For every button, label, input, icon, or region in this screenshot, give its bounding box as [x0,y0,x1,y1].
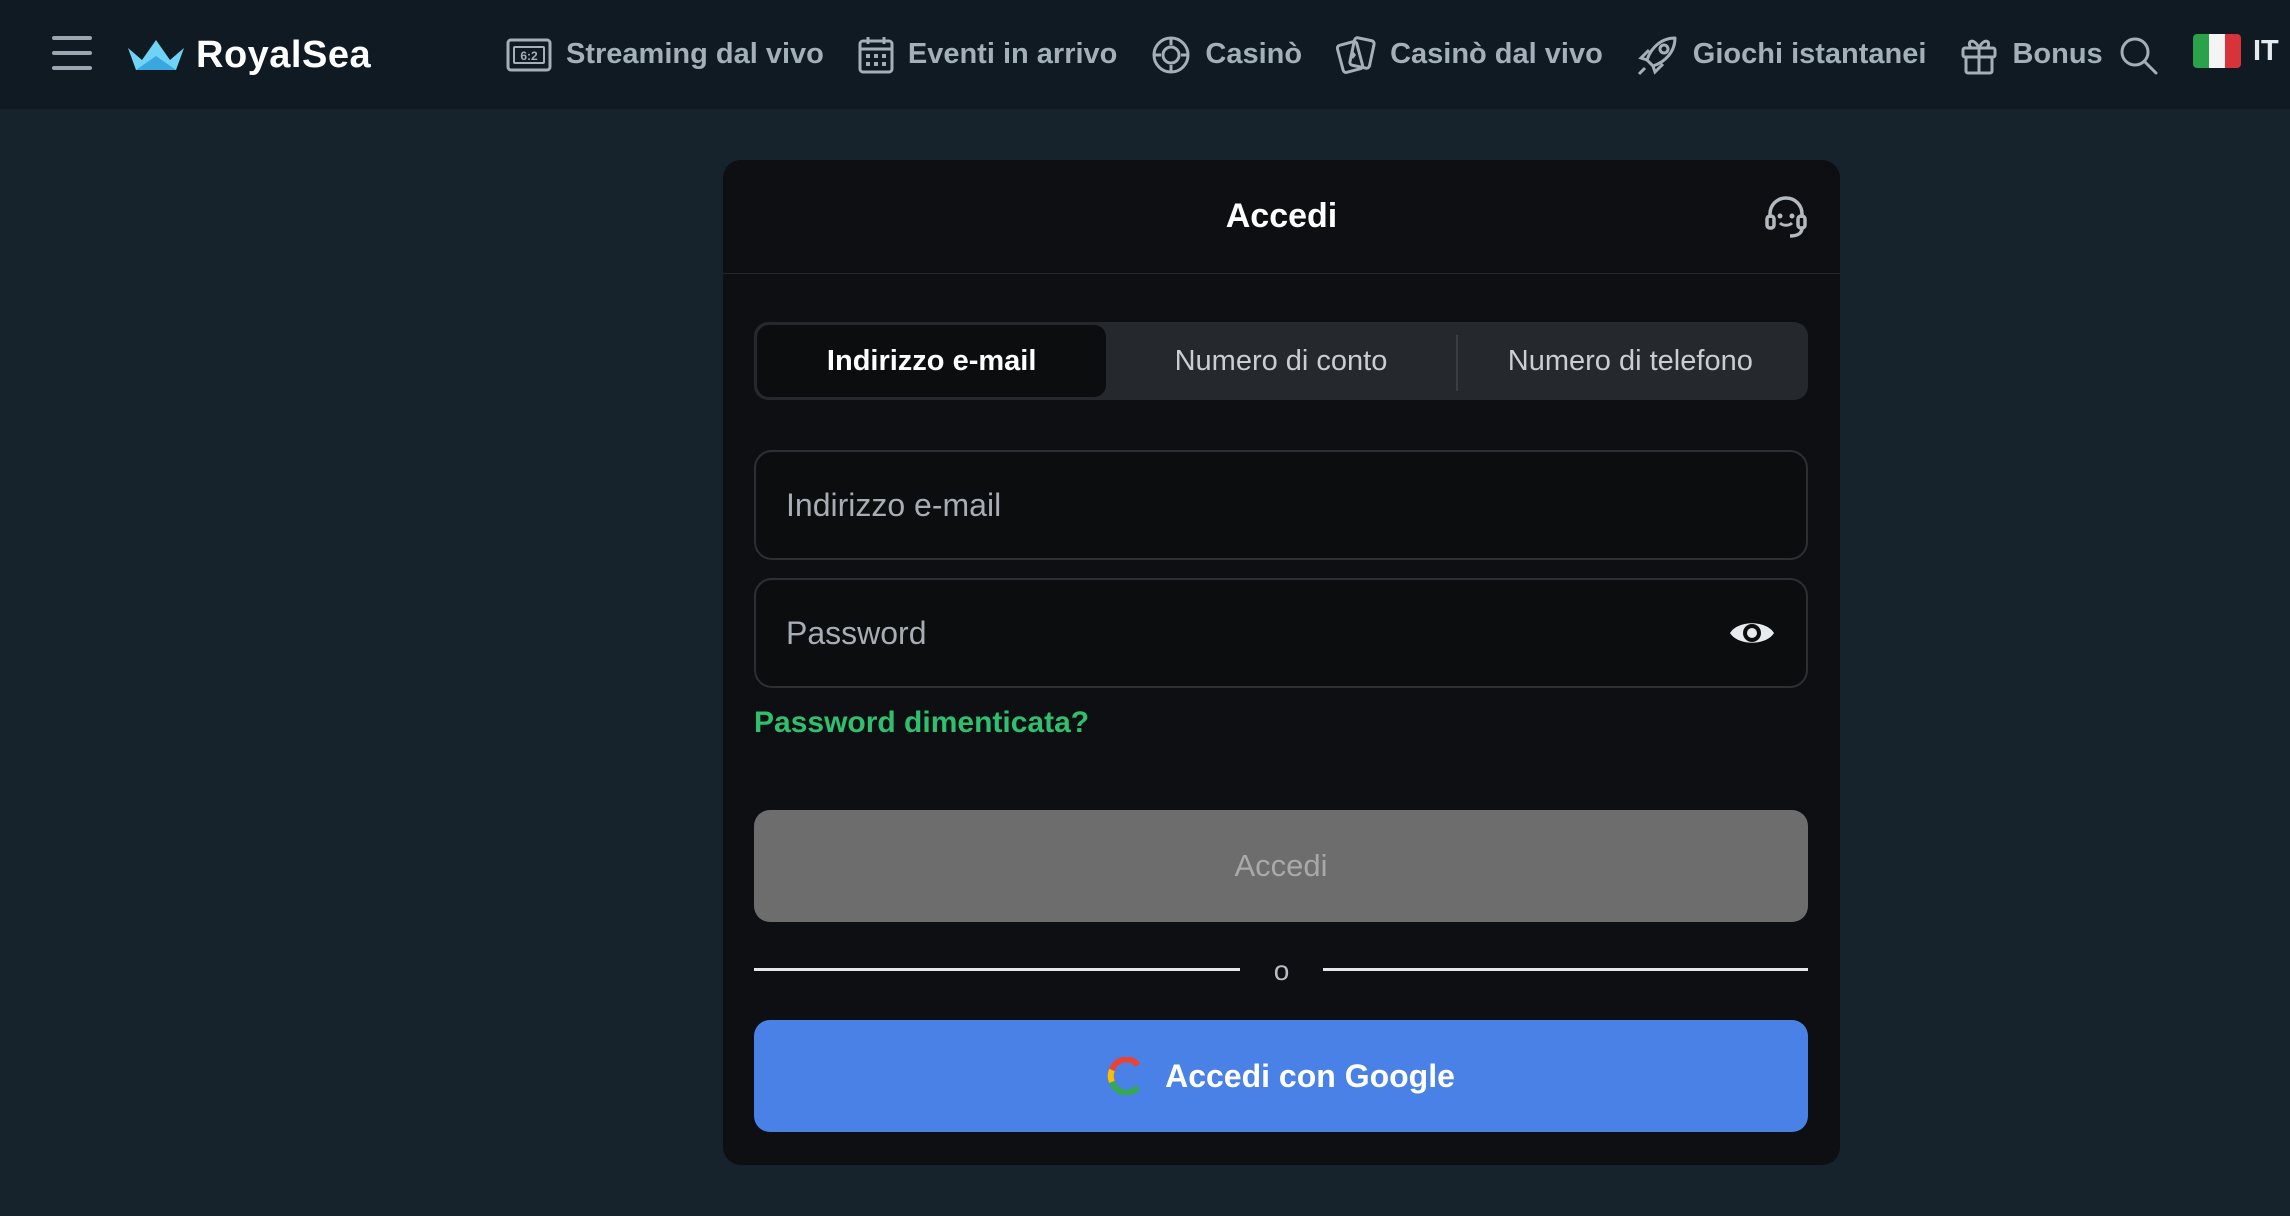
show-password-button[interactable] [1728,617,1776,649]
logo[interactable]: RoyalSea [126,30,371,80]
search-icon [2120,37,2158,75]
divider-line-left [754,968,1240,971]
modal-header: Accedi [723,160,1840,274]
nav-instant-games[interactable]: Giochi istantanei [1637,34,1927,76]
rocket-icon [1637,36,1677,75]
tab-email[interactable]: Indirizzo e-mail [757,325,1107,397]
tab-phone-number[interactable]: Numero di telefono [1455,325,1805,397]
tab-label: Numero di conto [1174,344,1388,377]
password-field-container [754,578,1808,688]
nav-label: Casinò dal vivo [1390,38,1603,70]
nav-label: Casinò [1205,38,1303,70]
language-selector[interactable]: IT [2193,34,2279,68]
scoreboard-glyph: 6:2 [520,49,538,63]
nav-bonus[interactable]: Bonus [1960,35,2103,75]
italy-flag-icon [2193,34,2241,68]
support-button[interactable] [1762,192,1810,245]
login-modal: Accedi Indirizzo e-mail Numero di conto … [723,160,1840,1165]
top-bar: RoyalSea 6:2 Streaming dal vivo Eventi i… [0,0,2290,109]
nav-casino[interactable]: Casinò [1151,35,1302,75]
login-method-tabs: Indirizzo e-mail Numero di conto Numero … [754,322,1808,400]
casino-chip-icon [1152,36,1190,73]
tab-account-number[interactable]: Numero di conto [1106,325,1455,397]
nav-label: Streaming dal vivo [566,38,824,70]
eye-icon [1730,623,1774,643]
email-field[interactable] [786,486,1776,524]
password-field[interactable] [786,614,1728,652]
nav-streaming[interactable]: 6:2 Streaming dal vivo [506,38,824,72]
language-code: IT [2253,34,2279,67]
calendar-icon [858,36,894,73]
gift-icon [1961,39,1997,74]
tab-separator [1455,335,1458,391]
forgot-password-link[interactable]: Password dimenticata? [754,706,1089,740]
google-login-button[interactable]: Accedi con Google [754,1020,1808,1132]
tab-label: Numero di telefono [1507,344,1753,377]
playing-cards-icon [1336,35,1376,74]
logo-text: RoyalSea [196,33,372,76]
modal-title: Accedi [1225,197,1338,235]
nav-label: Eventi in arrivo [907,38,1118,70]
nav-label: Bonus [2012,38,2103,70]
google-login-label: Accedi con Google [1165,1057,1455,1094]
crown-logo-icon [128,40,184,70]
tab-label: Indirizzo e-mail [826,344,1037,377]
main-nav: 6:2 Streaming dal vivo Eventi in arrivo … [506,0,2103,109]
hamburger-menu-icon[interactable] [52,36,92,70]
scoreboard-icon: 6:2 [506,38,552,71]
headset-support-icon [1765,196,1807,238]
search-button[interactable] [2118,35,2158,80]
google-icon [1107,1057,1141,1095]
login-submit-button[interactable]: Accedi [754,810,1808,922]
nav-upcoming-events[interactable]: Eventi in arrivo [858,36,1118,74]
email-field-container [754,450,1808,560]
divider-line-right [1323,968,1808,971]
nav-label: Giochi istantanei [1692,38,1927,70]
or-separator: o [1273,955,1290,986]
nav-live-casino[interactable]: Casinò dal vivo [1336,35,1603,75]
